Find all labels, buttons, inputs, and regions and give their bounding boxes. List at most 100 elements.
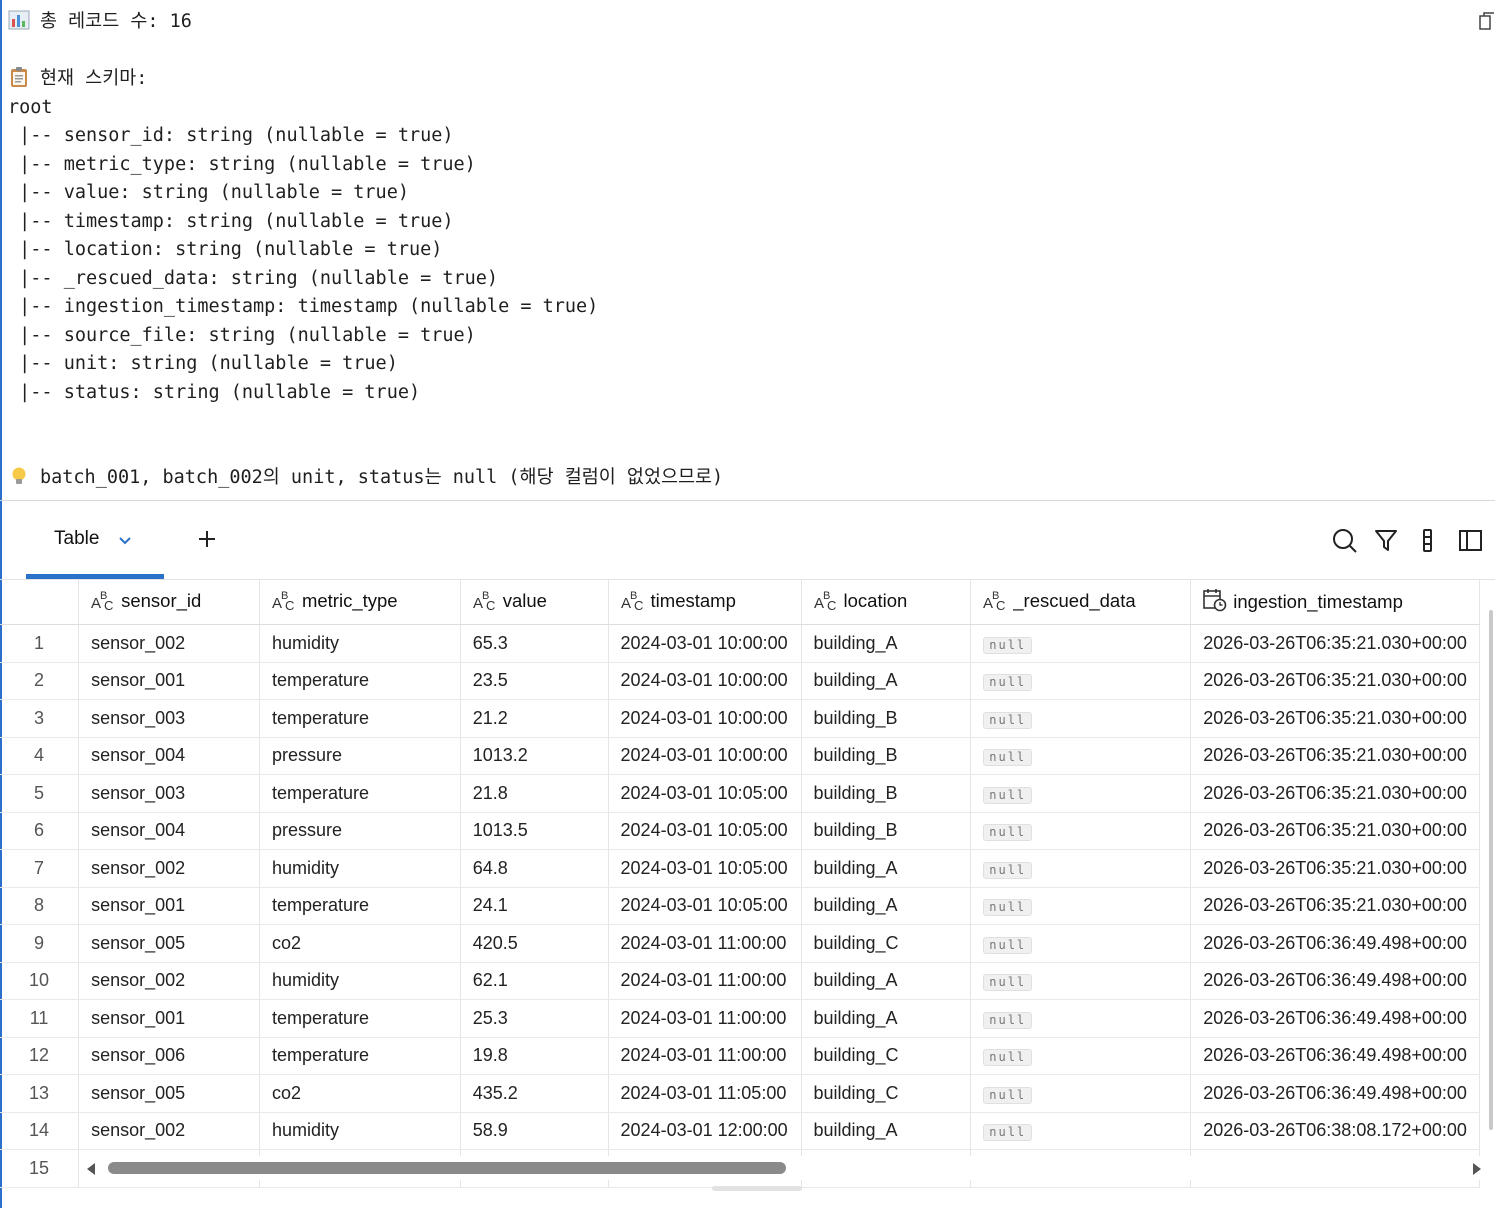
metric-type-cell[interactable]: humidity <box>259 962 461 1000</box>
sidebar-toggle-icon[interactable] <box>1458 528 1484 554</box>
row-number[interactable]: 8 <box>0 887 80 925</box>
sensor-id-cell[interactable]: sensor_001 <box>78 887 260 925</box>
tab-table[interactable]: Table <box>26 501 164 579</box>
sensor-id-cell[interactable]: sensor_002 <box>78 962 260 1000</box>
ingestion-timestamp-cell[interactable]: 2026-03-26T06:36:49.498+00:00 <box>1190 999 1480 1038</box>
column-settings-icon[interactable] <box>1416 528 1442 554</box>
table-row[interactable]: 14 sensor_002 humidity 58.9 2024-03-01 12:00… <box>0 1112 1480 1150</box>
row-number[interactable]: 3 <box>0 699 80 738</box>
rescued-data-cell[interactable]: null <box>970 887 1192 925</box>
ingestion-timestamp-cell[interactable]: 2026-03-26T06:35:21.030+00:00 <box>1190 774 1480 813</box>
metric-type-cell[interactable]: temperature <box>259 699 461 738</box>
timestamp-cell[interactable]: 2024-03-01 11:00:00 <box>608 924 802 963</box>
vertical-scroll-thumb[interactable] <box>1489 610 1493 1130</box>
value-cell[interactable]: 24.1 <box>460 887 609 925</box>
timestamp-cell[interactable]: 2024-03-01 10:00:00 <box>608 699 802 738</box>
location-cell[interactable]: building_A <box>801 999 972 1038</box>
timestamp-cell[interactable]: 2024-03-01 10:05:00 <box>608 849 802 888</box>
ingestion-timestamp-cell[interactable]: 2026-03-26T06:35:21.030+00:00 <box>1190 699 1480 738</box>
rescued-data-cell[interactable]: null <box>970 1037 1192 1075</box>
ingestion-timestamp-cell[interactable]: 2026-03-26T06:36:49.498+00:00 <box>1190 1074 1480 1113</box>
table-row[interactable]: 1 sensor_002 humidity 65.3 2024-03-01 10:00:… <box>0 624 1480 663</box>
ingestion-timestamp-cell[interactable]: 2026-03-26T06:35:21.030+00:00 <box>1190 887 1480 925</box>
sensor-id-cell[interactable]: sensor_003 <box>78 774 260 813</box>
location-cell[interactable]: building_C <box>801 924 972 963</box>
row-number[interactable]: 1 <box>0 624 80 663</box>
column-header-sensor-id[interactable]: A B C sensor_id <box>78 580 260 625</box>
sensor-id-cell[interactable]: sensor_006 <box>78 1037 260 1075</box>
row-number[interactable]: 14 <box>0 1112 80 1150</box>
sensor-id-cell[interactable]: sensor_002 <box>78 849 260 888</box>
row-number[interactable]: 12 <box>0 1037 80 1075</box>
location-cell[interactable]: building_A <box>801 849 972 888</box>
row-number[interactable]: 10 <box>0 962 80 1000</box>
table-row[interactable]: 6 sensor_004 pressure 1013.5 2024-03-01 10:0… <box>0 812 1480 850</box>
sensor-id-cell[interactable]: sensor_004 <box>78 737 260 775</box>
location-cell[interactable]: building_A <box>801 887 972 925</box>
ingestion-timestamp-cell[interactable]: 2026-03-26T06:35:21.030+00:00 <box>1190 624 1480 663</box>
value-cell[interactable]: 435.2 <box>460 1074 609 1113</box>
table-row[interactable]: 3 sensor_003 temperature 21.2 2024-03-01 10:… <box>0 699 1480 738</box>
ingestion-timestamp-cell[interactable]: 2026-03-26T06:36:49.498+00:00 <box>1190 962 1480 1000</box>
horizontal-scrollbar[interactable] <box>80 1156 1490 1180</box>
value-cell[interactable]: 21.2 <box>460 699 609 738</box>
timestamp-cell[interactable]: 2024-03-01 10:00:00 <box>608 662 802 700</box>
value-cell[interactable]: 65.3 <box>460 624 609 663</box>
ingestion-timestamp-cell[interactable]: 2026-03-26T06:36:49.498+00:00 <box>1190 1037 1480 1075</box>
location-cell[interactable]: building_A <box>801 624 972 663</box>
table-row[interactable]: 10 sensor_002 humidity 62.1 2024-03-01 11:00… <box>0 962 1480 1000</box>
value-cell[interactable]: 21.8 <box>460 774 609 813</box>
ingestion-timestamp-cell[interactable]: 2026-03-26T06:36:49.498+00:00 <box>1190 924 1480 963</box>
timestamp-cell[interactable]: 2024-03-01 10:05:00 <box>608 774 802 813</box>
metric-type-cell[interactable]: humidity <box>259 849 461 888</box>
horizontal-scroll-thumb[interactable] <box>108 1162 786 1174</box>
location-cell[interactable]: building_A <box>801 1112 972 1150</box>
scroll-right-arrow-icon[interactable] <box>1472 1162 1482 1180</box>
rescued-data-cell[interactable]: null <box>970 699 1192 738</box>
location-cell[interactable]: building_B <box>801 737 972 775</box>
metric-type-cell[interactable]: temperature <box>259 662 461 700</box>
metric-type-cell[interactable]: temperature <box>259 887 461 925</box>
rescued-data-cell[interactable]: null <box>970 624 1192 663</box>
table-row[interactable]: 12 sensor_006 temperature 19.8 2024-03-01 11… <box>0 1037 1480 1075</box>
value-cell[interactable]: 1013.2 <box>460 737 609 775</box>
column-header-timestamp[interactable]: A B Ctimestamp <box>608 580 802 625</box>
ingestion-timestamp-cell[interactable]: 2026-03-26T06:35:21.030+00:00 <box>1190 662 1480 700</box>
metric-type-cell[interactable]: humidity <box>259 1112 461 1150</box>
ingestion-timestamp-cell[interactable]: 2026-03-26T06:35:21.030+00:00 <box>1190 849 1480 888</box>
rescued-data-cell[interactable]: null <box>970 999 1192 1038</box>
add-visualization-button[interactable] <box>196 528 218 550</box>
row-number[interactable]: 15 <box>0 1149 80 1188</box>
table-row[interactable]: 13 sensor_005 co2 435.2 2024-03-01 11:05:00 b… <box>0 1074 1480 1113</box>
column-header-metric-type[interactable]: A B Cmetric_type <box>259 580 461 625</box>
table-row[interactable]: 11 sensor_001 temperature 25.3 2024-03-01 11… <box>0 999 1480 1038</box>
row-number[interactable]: 5 <box>0 774 80 813</box>
sensor-id-cell[interactable]: sensor_004 <box>78 812 260 850</box>
location-cell[interactable]: building_B <box>801 699 972 738</box>
rescued-data-cell[interactable]: null <box>970 1112 1192 1150</box>
timestamp-cell[interactable]: 2024-03-01 10:05:00 <box>608 887 802 925</box>
rescued-data-cell[interactable]: null <box>970 962 1192 1000</box>
rescued-data-cell[interactable]: null <box>970 737 1192 775</box>
timestamp-cell[interactable]: 2024-03-01 11:00:00 <box>608 999 802 1038</box>
value-cell[interactable]: 420.5 <box>460 924 609 963</box>
value-cell[interactable]: 23.5 <box>460 662 609 700</box>
timestamp-cell[interactable]: 2024-03-01 10:05:00 <box>608 812 802 850</box>
column-header-ingestion-timestamp[interactable]: ingestion_timestamp <box>1190 580 1480 625</box>
sensor-id-cell[interactable]: sensor_005 <box>78 1074 260 1113</box>
timestamp-cell[interactable]: 2024-03-01 10:00:00 <box>608 624 802 663</box>
rescued-data-cell[interactable]: null <box>970 1074 1192 1113</box>
scroll-left-arrow-icon[interactable] <box>86 1162 96 1180</box>
sensor-id-cell[interactable]: sensor_001 <box>78 999 260 1038</box>
metric-type-cell[interactable]: temperature <box>259 774 461 813</box>
metric-type-cell[interactable]: pressure <box>259 737 461 775</box>
row-number[interactable]: 2 <box>0 662 80 700</box>
metric-type-cell[interactable]: temperature <box>259 1037 461 1075</box>
metric-type-cell[interactable]: pressure <box>259 812 461 850</box>
rescued-data-cell[interactable]: null <box>970 812 1192 850</box>
copy-icon[interactable] <box>1479 12 1495 32</box>
value-cell[interactable]: 1013.5 <box>460 812 609 850</box>
table-row[interactable]: 4 sensor_004 pressure 1013.2 2024-03-01 10:0… <box>0 737 1480 775</box>
timestamp-cell[interactable]: 2024-03-01 12:00:00 <box>608 1112 802 1150</box>
row-number[interactable]: 6 <box>0 812 80 850</box>
